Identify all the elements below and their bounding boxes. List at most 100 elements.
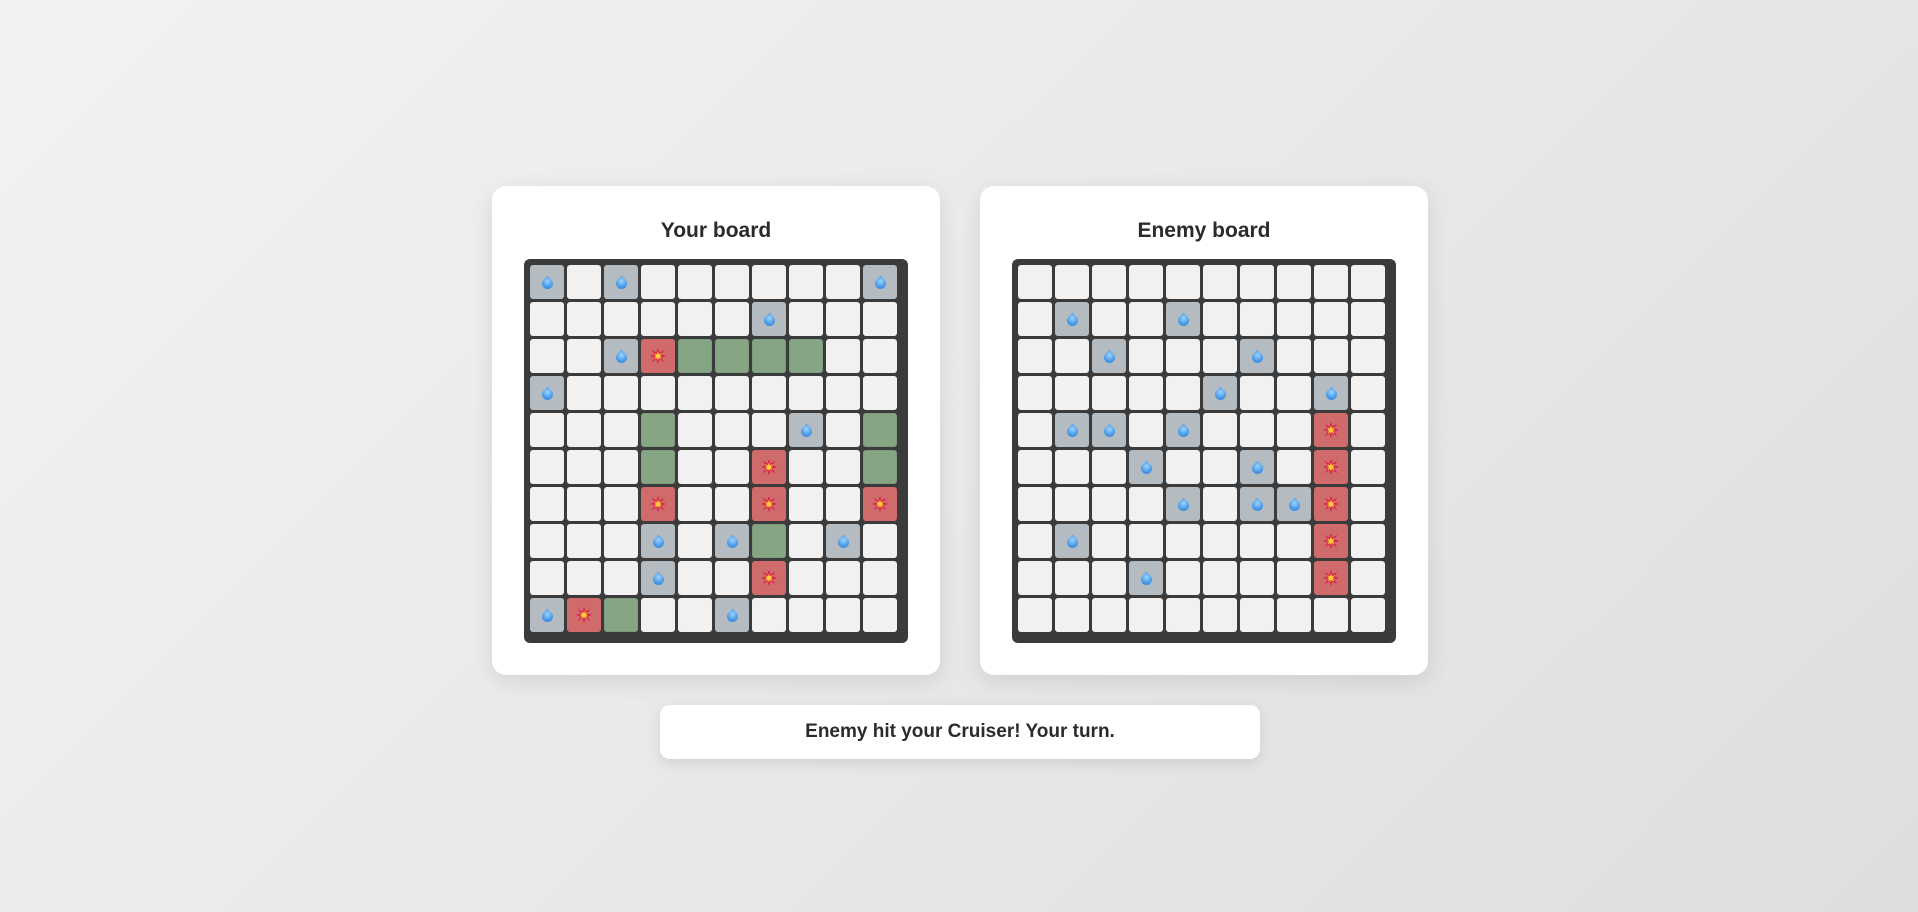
enemy-cell[interactable] bbox=[1203, 487, 1237, 521]
enemy-cell[interactable] bbox=[1203, 561, 1237, 595]
enemy-cell[interactable] bbox=[1129, 524, 1163, 558]
enemy-cell[interactable] bbox=[1129, 598, 1163, 632]
enemy-cell[interactable] bbox=[1018, 302, 1052, 336]
enemy-cell[interactable] bbox=[1018, 339, 1052, 373]
player-cell bbox=[715, 413, 749, 447]
enemy-cell[interactable] bbox=[1129, 376, 1163, 410]
enemy-cell[interactable] bbox=[1277, 450, 1311, 484]
enemy-cell[interactable] bbox=[1092, 561, 1126, 595]
enemy-cell[interactable] bbox=[1166, 561, 1200, 595]
enemy-cell[interactable] bbox=[1351, 487, 1385, 521]
enemy-cell[interactable] bbox=[1277, 265, 1311, 299]
player-cell bbox=[678, 598, 712, 632]
enemy-cell[interactable] bbox=[1129, 339, 1163, 373]
player-cell bbox=[641, 487, 675, 521]
enemy-cell[interactable] bbox=[1277, 302, 1311, 336]
enemy-cell[interactable] bbox=[1314, 265, 1348, 299]
enemy-cell[interactable] bbox=[1018, 450, 1052, 484]
player-cell bbox=[641, 524, 675, 558]
enemy-cell[interactable] bbox=[1351, 450, 1385, 484]
enemy-cell bbox=[1314, 376, 1348, 410]
enemy-cell[interactable] bbox=[1277, 413, 1311, 447]
enemy-cell[interactable] bbox=[1129, 302, 1163, 336]
enemy-cell[interactable] bbox=[1277, 339, 1311, 373]
player-cell bbox=[678, 561, 712, 595]
enemy-cell[interactable] bbox=[1240, 561, 1274, 595]
enemy-cell[interactable] bbox=[1277, 561, 1311, 595]
enemy-cell[interactable] bbox=[1018, 487, 1052, 521]
enemy-cell[interactable] bbox=[1055, 339, 1089, 373]
enemy-board-grid bbox=[1012, 259, 1396, 643]
enemy-cell[interactable] bbox=[1240, 376, 1274, 410]
enemy-cell[interactable] bbox=[1055, 265, 1089, 299]
enemy-cell[interactable] bbox=[1203, 413, 1237, 447]
enemy-cell[interactable] bbox=[1351, 376, 1385, 410]
enemy-cell[interactable] bbox=[1092, 376, 1126, 410]
enemy-cell[interactable] bbox=[1351, 302, 1385, 336]
enemy-cell[interactable] bbox=[1203, 598, 1237, 632]
enemy-cell[interactable] bbox=[1018, 598, 1052, 632]
enemy-cell[interactable] bbox=[1092, 598, 1126, 632]
explosion-icon bbox=[1323, 533, 1339, 549]
player-cell bbox=[530, 376, 564, 410]
player-cell bbox=[604, 561, 638, 595]
enemy-cell[interactable] bbox=[1314, 302, 1348, 336]
water-drop-icon bbox=[1249, 497, 1265, 514]
enemy-cell[interactable] bbox=[1018, 265, 1052, 299]
enemy-cell[interactable] bbox=[1092, 450, 1126, 484]
enemy-cell[interactable] bbox=[1055, 376, 1089, 410]
enemy-cell[interactable] bbox=[1277, 376, 1311, 410]
enemy-cell[interactable] bbox=[1092, 487, 1126, 521]
enemy-cell[interactable] bbox=[1055, 598, 1089, 632]
enemy-cell[interactable] bbox=[1055, 487, 1089, 521]
enemy-cell[interactable] bbox=[1129, 265, 1163, 299]
enemy-cell[interactable] bbox=[1351, 265, 1385, 299]
enemy-cell[interactable] bbox=[1240, 302, 1274, 336]
enemy-cell[interactable] bbox=[1203, 339, 1237, 373]
enemy-cell[interactable] bbox=[1166, 339, 1200, 373]
enemy-cell[interactable] bbox=[1092, 524, 1126, 558]
player-cell bbox=[863, 376, 897, 410]
enemy-cell[interactable] bbox=[1203, 265, 1237, 299]
enemy-cell[interactable] bbox=[1203, 302, 1237, 336]
enemy-cell[interactable] bbox=[1018, 376, 1052, 410]
enemy-cell[interactable] bbox=[1277, 598, 1311, 632]
enemy-cell[interactable] bbox=[1203, 450, 1237, 484]
player-cell bbox=[678, 524, 712, 558]
enemy-cell[interactable] bbox=[1092, 302, 1126, 336]
enemy-cell[interactable] bbox=[1351, 561, 1385, 595]
enemy-cell[interactable] bbox=[1055, 450, 1089, 484]
enemy-cell[interactable] bbox=[1166, 524, 1200, 558]
enemy-cell[interactable] bbox=[1351, 339, 1385, 373]
enemy-cell[interactable] bbox=[1166, 265, 1200, 299]
enemy-cell[interactable] bbox=[1240, 413, 1274, 447]
enemy-cell[interactable] bbox=[1314, 598, 1348, 632]
enemy-cell[interactable] bbox=[1203, 524, 1237, 558]
player-cell bbox=[530, 561, 564, 595]
player-board-title: Your board bbox=[660, 219, 772, 242]
enemy-cell[interactable] bbox=[1240, 265, 1274, 299]
enemy-cell[interactable] bbox=[1351, 524, 1385, 558]
enemy-cell[interactable] bbox=[1129, 487, 1163, 521]
enemy-cell[interactable] bbox=[1351, 598, 1385, 632]
enemy-cell[interactable] bbox=[1314, 339, 1348, 373]
enemy-cell[interactable] bbox=[1351, 413, 1385, 447]
player-cell bbox=[715, 339, 749, 373]
player-cell bbox=[752, 561, 786, 595]
enemy-cell[interactable] bbox=[1166, 598, 1200, 632]
enemy-cell[interactable] bbox=[1018, 561, 1052, 595]
enemy-cell[interactable] bbox=[1166, 450, 1200, 484]
enemy-cell[interactable] bbox=[1018, 413, 1052, 447]
player-cell bbox=[530, 339, 564, 373]
enemy-cell[interactable] bbox=[1018, 524, 1052, 558]
enemy-cell[interactable] bbox=[1277, 524, 1311, 558]
enemy-cell[interactable] bbox=[1166, 376, 1200, 410]
explosion-icon bbox=[761, 459, 777, 475]
enemy-cell[interactable] bbox=[1240, 524, 1274, 558]
player-cell bbox=[826, 302, 860, 336]
enemy-cell[interactable] bbox=[1055, 561, 1089, 595]
enemy-cell[interactable] bbox=[1240, 598, 1274, 632]
player-cell bbox=[789, 561, 823, 595]
enemy-cell[interactable] bbox=[1129, 413, 1163, 447]
enemy-cell[interactable] bbox=[1092, 265, 1126, 299]
